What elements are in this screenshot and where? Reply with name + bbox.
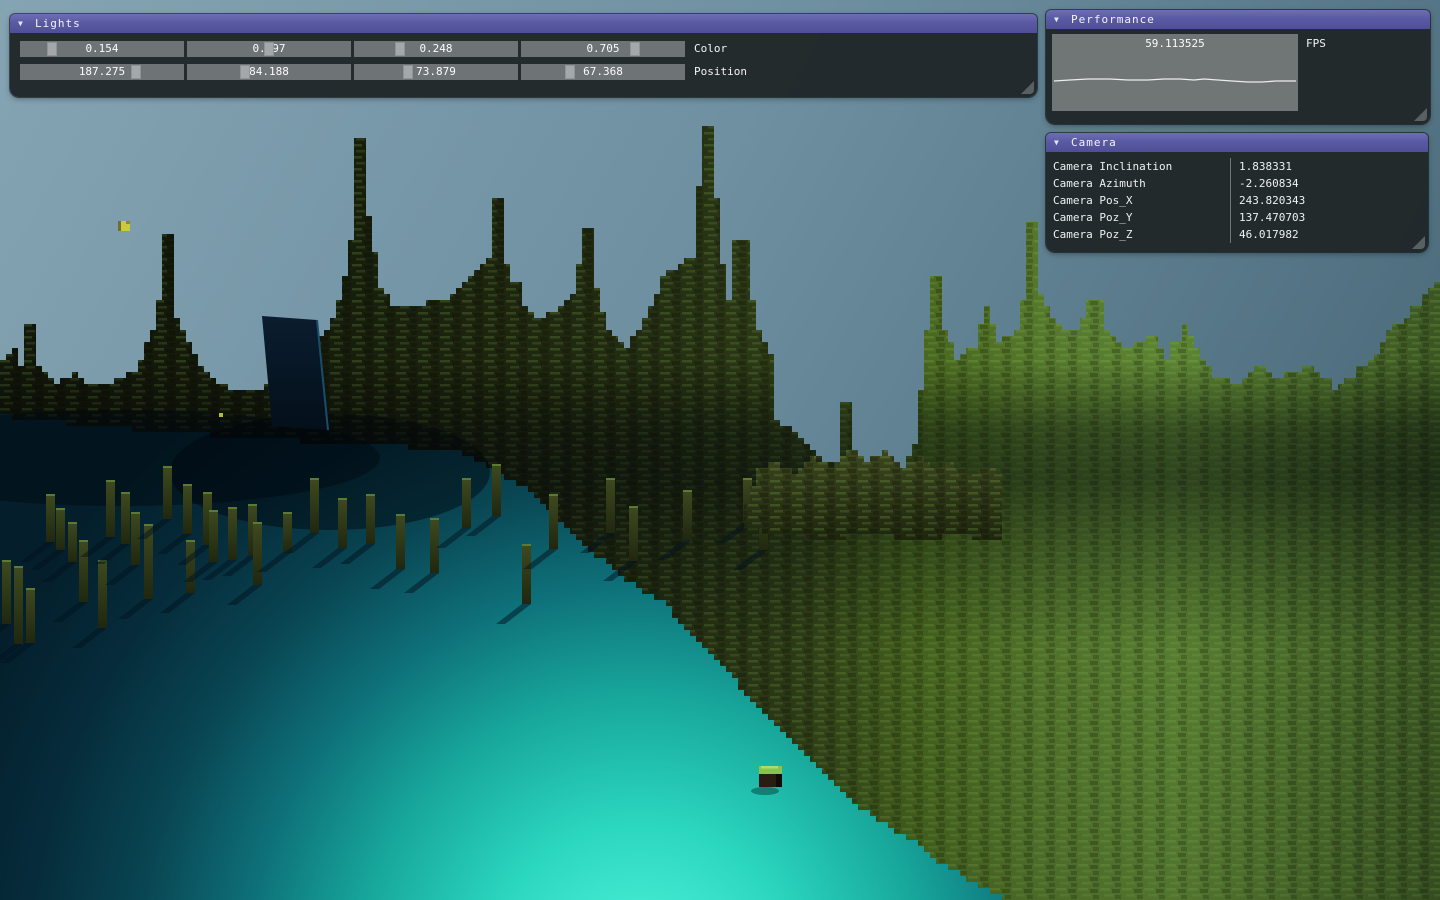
pillar (338, 498, 347, 548)
performance-panel-header[interactable]: ▼ Performance (1046, 10, 1430, 29)
camera-variable-row: Camera Poz_Z46.017982 (1046, 226, 1428, 243)
pillar (163, 466, 172, 519)
camera-variable-label: Camera Poz_Z (1046, 226, 1230, 243)
lights-panel-header[interactable]: ▼ Lights (10, 14, 1037, 33)
camera-variable-value: 46.017982 (1230, 226, 1428, 243)
camera-variable-row: Camera Azimuth-2.260834 (1046, 175, 1428, 192)
slider-value: 187.275 (20, 64, 184, 80)
slider-value: 67.368 (521, 64, 685, 80)
slider-handle[interactable] (240, 65, 250, 79)
pillar (121, 492, 130, 544)
slider-handle[interactable] (47, 42, 57, 56)
slider-value: 0.705 (521, 41, 685, 57)
pillar (228, 507, 237, 560)
app-window: ▼ Lights 0.1540.4970.2480.705 Color 187.2… (0, 0, 1440, 900)
camera-variable-list: Camera Inclination1.838331Camera Azimuth… (1046, 158, 1428, 243)
slider-value: 73.879 (354, 64, 518, 80)
camera-variable-row: Camera Poz_Y137.470703 (1046, 209, 1428, 226)
pillar (98, 560, 107, 628)
camera-variable-value: 1.838331 (1230, 158, 1428, 175)
pillar (310, 478, 319, 533)
resize-grip[interactable] (1414, 108, 1427, 121)
pillar (209, 510, 218, 562)
slider-color[interactable]: 0.248 (354, 41, 518, 57)
resize-grip[interactable] (1021, 81, 1034, 94)
lights-panel: ▼ Lights 0.1540.4970.2480.705 Color 187.2… (10, 14, 1037, 97)
slider-row-label: Color (694, 41, 727, 57)
yellow-light-dot (219, 413, 223, 417)
pillar (186, 540, 195, 593)
camera-variable-row: Camera Inclination1.838331 (1046, 158, 1428, 175)
pillar (56, 508, 65, 550)
pillar (183, 484, 192, 534)
lights-panel-title: Lights (35, 14, 81, 33)
slider-row-label: Position (694, 64, 747, 80)
pillar (14, 566, 23, 644)
pillar (26, 588, 35, 643)
slider-position[interactable]: 73.879 (354, 64, 518, 80)
position-slider-row: 187.27584.18873.87967.368 Position (20, 64, 747, 80)
camera-variable-value: 137.470703 (1230, 209, 1428, 226)
pillar (68, 522, 77, 562)
pillar (283, 512, 292, 552)
slider-handle[interactable] (403, 65, 413, 79)
pillar (253, 522, 262, 585)
collapse-triangle-icon[interactable]: ▼ (18, 14, 23, 33)
color-slider-row: 0.1540.4970.2480.705 Color (20, 41, 727, 57)
pillar (46, 494, 55, 542)
camera-variable-label: Camera Poz_Y (1046, 209, 1230, 226)
pillar (106, 480, 115, 537)
fps-graph: 59.113525 (1052, 34, 1298, 111)
camera-panel-header[interactable]: ▼ Camera (1046, 133, 1428, 152)
fps-unit-label: FPS (1306, 37, 1326, 50)
slider-position[interactable]: 187.275 (20, 64, 184, 80)
camera-variable-label: Camera Pos_X (1046, 192, 1230, 209)
performance-panel: ▼ Performance 59.113525 FPS (1046, 10, 1430, 124)
camera-variable-value: 243.820343 (1230, 192, 1428, 209)
pillar (430, 518, 439, 573)
slider-handle[interactable] (395, 42, 405, 56)
slider-handle[interactable] (264, 42, 274, 56)
slider-position[interactable]: 67.368 (521, 64, 685, 80)
pillar (522, 544, 531, 604)
camera-variable-row: Camera Pos_X243.820343 (1046, 192, 1428, 209)
collapse-triangle-icon[interactable]: ▼ (1054, 10, 1059, 29)
slider-value: 0.154 (20, 41, 184, 57)
pillar (462, 478, 471, 528)
pillar (396, 514, 405, 569)
pillar (629, 506, 638, 561)
slider-color[interactable]: 0.154 (20, 41, 184, 57)
performance-panel-title: Performance (1071, 10, 1155, 29)
slider-handle[interactable] (630, 42, 640, 56)
slider-handle[interactable] (131, 65, 141, 79)
pillar (683, 490, 692, 540)
pillar (79, 540, 88, 602)
slider-value: 0.248 (354, 41, 518, 57)
slider-color[interactable]: 0.705 (521, 41, 685, 57)
slider-handle[interactable] (565, 65, 575, 79)
pillar (2, 560, 11, 624)
slider-value: 84.188 (187, 64, 351, 80)
camera-variable-label: Camera Inclination (1046, 158, 1230, 175)
dark-portal-block (262, 316, 328, 430)
pillar (492, 464, 501, 516)
camera-panel: ▼ Camera Camera Inclination1.838331Camer… (1046, 133, 1428, 252)
fps-value: 59.113525 (1052, 37, 1298, 50)
slider-position[interactable]: 84.188 (187, 64, 351, 80)
pillar (606, 478, 615, 533)
pillar (549, 494, 558, 549)
collapse-triangle-icon[interactable]: ▼ (1054, 133, 1059, 152)
camera-variable-value: -2.260834 (1230, 175, 1428, 192)
camera-panel-title: Camera (1071, 133, 1117, 152)
slider-color[interactable]: 0.497 (187, 41, 351, 57)
pillar (366, 494, 375, 544)
camera-variable-label: Camera Azimuth (1046, 175, 1230, 192)
resize-grip[interactable] (1412, 236, 1425, 249)
